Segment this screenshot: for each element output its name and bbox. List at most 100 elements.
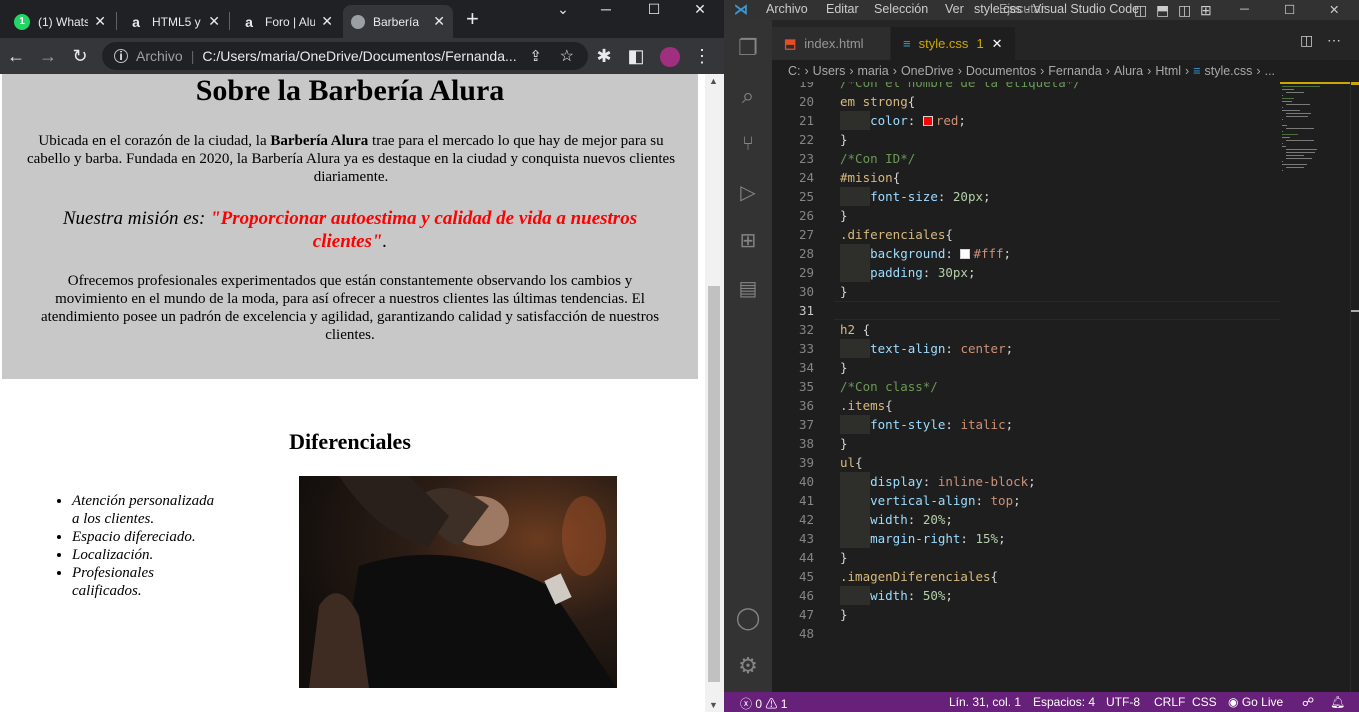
forward-icon[interactable]: → bbox=[36, 44, 60, 68]
layout-customize-icon[interactable]: ⊞ bbox=[1200, 2, 1212, 19]
layout-panel-icon[interactable]: ⬒ bbox=[1156, 2, 1169, 19]
code-line[interactable]: 47} bbox=[772, 605, 1280, 624]
scroll-up-icon[interactable]: ▲ bbox=[709, 76, 718, 86]
breadcrumb-item[interactable]: style.css bbox=[1204, 64, 1252, 78]
code-line[interactable]: 34} bbox=[772, 358, 1280, 377]
reload-icon[interactable]: ↻ bbox=[68, 44, 92, 68]
code-line[interactable]: 19/*Con el nombre de la etiqueta*/ bbox=[772, 82, 1280, 92]
code-line[interactable]: 30} bbox=[772, 282, 1280, 301]
layout-secondary-icon[interactable]: ◫ bbox=[1178, 2, 1191, 19]
close-window-button[interactable]: ✕ bbox=[680, 0, 720, 20]
menu-editar[interactable]: Editar bbox=[826, 2, 859, 16]
language-mode[interactable]: CSS bbox=[1192, 695, 1217, 709]
source-control-icon[interactable]: ⑂ bbox=[734, 130, 762, 158]
code-line[interactable]: 24 #mision{ bbox=[772, 168, 1280, 187]
breadcrumb-item[interactable]: Html bbox=[1155, 64, 1181, 78]
indentation[interactable]: Espacios: 4 bbox=[1033, 695, 1095, 709]
tab-style-css[interactable]: ≡ style.css 1 ✕ bbox=[891, 27, 1015, 60]
code-line[interactable]: 22} bbox=[772, 130, 1280, 149]
browser-tab-barberia[interactable]: Barbería ✕ bbox=[343, 5, 453, 38]
menu-archivo[interactable]: Archivo bbox=[766, 2, 808, 16]
menu-ver[interactable]: Ver bbox=[945, 2, 964, 16]
minimap[interactable] bbox=[1280, 82, 1350, 692]
cursor-position[interactable]: Lín. 31, col. 1 bbox=[949, 695, 1021, 709]
back-icon[interactable]: ← bbox=[4, 44, 28, 68]
menu-seleccion[interactable]: Selección bbox=[874, 2, 928, 16]
code-line[interactable]: 27 .diferenciales{ bbox=[772, 225, 1280, 244]
run-debug-icon[interactable]: ▷ bbox=[734, 178, 762, 206]
menu-icon[interactable]: ⋮ bbox=[690, 44, 714, 68]
code-line[interactable]: 38} bbox=[772, 434, 1280, 453]
code-line[interactable]: 20 em strong{ bbox=[772, 92, 1280, 111]
side-panel-icon[interactable]: ◧ bbox=[624, 44, 648, 68]
go-live-button[interactable]: ◉ Go Live bbox=[1228, 695, 1283, 709]
code-line[interactable]: 46 width: 50%; bbox=[772, 586, 1280, 605]
code-line[interactable]: 43 margin-right: 15%; bbox=[772, 529, 1280, 548]
browser-tab-html5[interactable]: a HTML5 y ✕ bbox=[120, 5, 228, 38]
star-icon[interactable]: ☆ bbox=[560, 46, 574, 66]
code-line[interactable]: 25 font-size: 20px; bbox=[772, 187, 1280, 206]
code-line[interactable]: 39 ul{ bbox=[772, 453, 1280, 472]
breadcrumb-item[interactable]: Documentos bbox=[966, 64, 1036, 78]
breadcrumb-item[interactable]: ... bbox=[1265, 64, 1275, 78]
close-icon[interactable]: ✕ bbox=[208, 13, 220, 30]
feedback-icon[interactable]: ☍ bbox=[1302, 695, 1314, 709]
more-actions-icon[interactable]: ⋯ bbox=[1327, 32, 1341, 49]
maximize-button[interactable]: ☐ bbox=[1284, 2, 1295, 17]
breadcrumb-item[interactable]: C: bbox=[788, 64, 801, 78]
code-line[interactable]: 40 display: inline-block; bbox=[772, 472, 1280, 491]
code-line[interactable]: 35/*Con class*/ bbox=[772, 377, 1280, 396]
avatar[interactable] bbox=[658, 44, 682, 68]
code-line[interactable]: 45 .imagenDiferenciales{ bbox=[772, 567, 1280, 586]
info-icon[interactable]: i bbox=[114, 49, 128, 63]
new-tab-button[interactable]: + bbox=[466, 8, 479, 30]
share-icon[interactable]: ⇪ bbox=[529, 47, 542, 65]
encoding[interactable]: UTF-8 bbox=[1106, 695, 1140, 709]
minimize-button[interactable]: ─ bbox=[586, 0, 626, 20]
scroll-down-icon[interactable]: ▼ bbox=[709, 700, 718, 710]
breadcrumb-item[interactable]: maria bbox=[858, 64, 889, 78]
remote-explorer-icon[interactable]: ▤ bbox=[734, 274, 762, 302]
code-line[interactable]: 42 width: 20%; bbox=[772, 510, 1280, 529]
code-line[interactable]: 31 bbox=[772, 301, 1280, 320]
search-icon[interactable]: ⌕ bbox=[734, 82, 762, 110]
code-line[interactable]: 29 padding: 30px; bbox=[772, 263, 1280, 282]
code-line[interactable]: 28 background: #fff; bbox=[772, 244, 1280, 263]
breadcrumb-item[interactable]: OneDrive bbox=[901, 64, 954, 78]
code-line[interactable]: 32 h2 { bbox=[772, 320, 1280, 339]
bell-icon[interactable]: 🔔︎ bbox=[1330, 695, 1345, 709]
explorer-icon[interactable]: ❐ bbox=[734, 34, 762, 62]
layout-sidebar-icon[interactable]: ◫ bbox=[1134, 2, 1147, 19]
code-line[interactable]: 23/*Con ID*/ bbox=[772, 149, 1280, 168]
breadcrumb-item[interactable]: Alura bbox=[1114, 64, 1143, 78]
gear-icon[interactable]: ⚙ bbox=[734, 652, 762, 680]
close-icon[interactable]: ✕ bbox=[94, 13, 106, 30]
code-line[interactable]: 33 text-align: center; bbox=[772, 339, 1280, 358]
code-line[interactable]: 48 bbox=[772, 624, 1280, 643]
minimize-button[interactable]: ─ bbox=[1240, 2, 1249, 16]
code-line[interactable]: 44} bbox=[772, 548, 1280, 567]
chevron-down-icon[interactable]: ⌄ bbox=[543, 0, 583, 20]
menu-ejecutar[interactable]: Ejecutar bbox=[999, 2, 1045, 16]
extensions-icon[interactable]: ⊞ bbox=[734, 226, 762, 254]
code-editor[interactable]: 19/*Con el nombre de la etiqueta*/20 em s… bbox=[772, 82, 1280, 692]
line-ending[interactable]: CRLF bbox=[1154, 695, 1185, 709]
account-icon[interactable]: ◯ bbox=[734, 604, 762, 632]
breadcrumb-item[interactable]: Users bbox=[813, 64, 846, 78]
split-editor-icon[interactable]: ◫ bbox=[1300, 32, 1313, 49]
close-icon[interactable]: ✕ bbox=[433, 13, 445, 30]
close-icon[interactable]: ✕ bbox=[321, 13, 333, 30]
code-line[interactable]: 41 vertical-align: top; bbox=[772, 491, 1280, 510]
code-line[interactable]: 36 .items{ bbox=[772, 396, 1280, 415]
code-line[interactable]: 37 font-style: italic; bbox=[772, 415, 1280, 434]
browser-tab-foro[interactable]: a Foro | Alu ✕ bbox=[233, 5, 341, 38]
scrollbar-thumb[interactable] bbox=[708, 286, 720, 682]
problems-indicator[interactable]: ⓧ 0 ⚠ 1 bbox=[740, 695, 787, 712]
editor-scrollbar[interactable] bbox=[1350, 82, 1359, 692]
close-icon[interactable]: ✕ bbox=[992, 36, 1003, 52]
tab-index-html[interactable]: ⬒ index.html bbox=[772, 27, 890, 60]
breadcrumb-item[interactable]: Fernanda bbox=[1048, 64, 1102, 78]
maximize-button[interactable]: ☐ bbox=[634, 0, 674, 20]
code-line[interactable]: 26} bbox=[772, 206, 1280, 225]
browser-tab-whatsapp[interactable]: 1 (1) WhatsApp ✕ bbox=[6, 5, 114, 38]
